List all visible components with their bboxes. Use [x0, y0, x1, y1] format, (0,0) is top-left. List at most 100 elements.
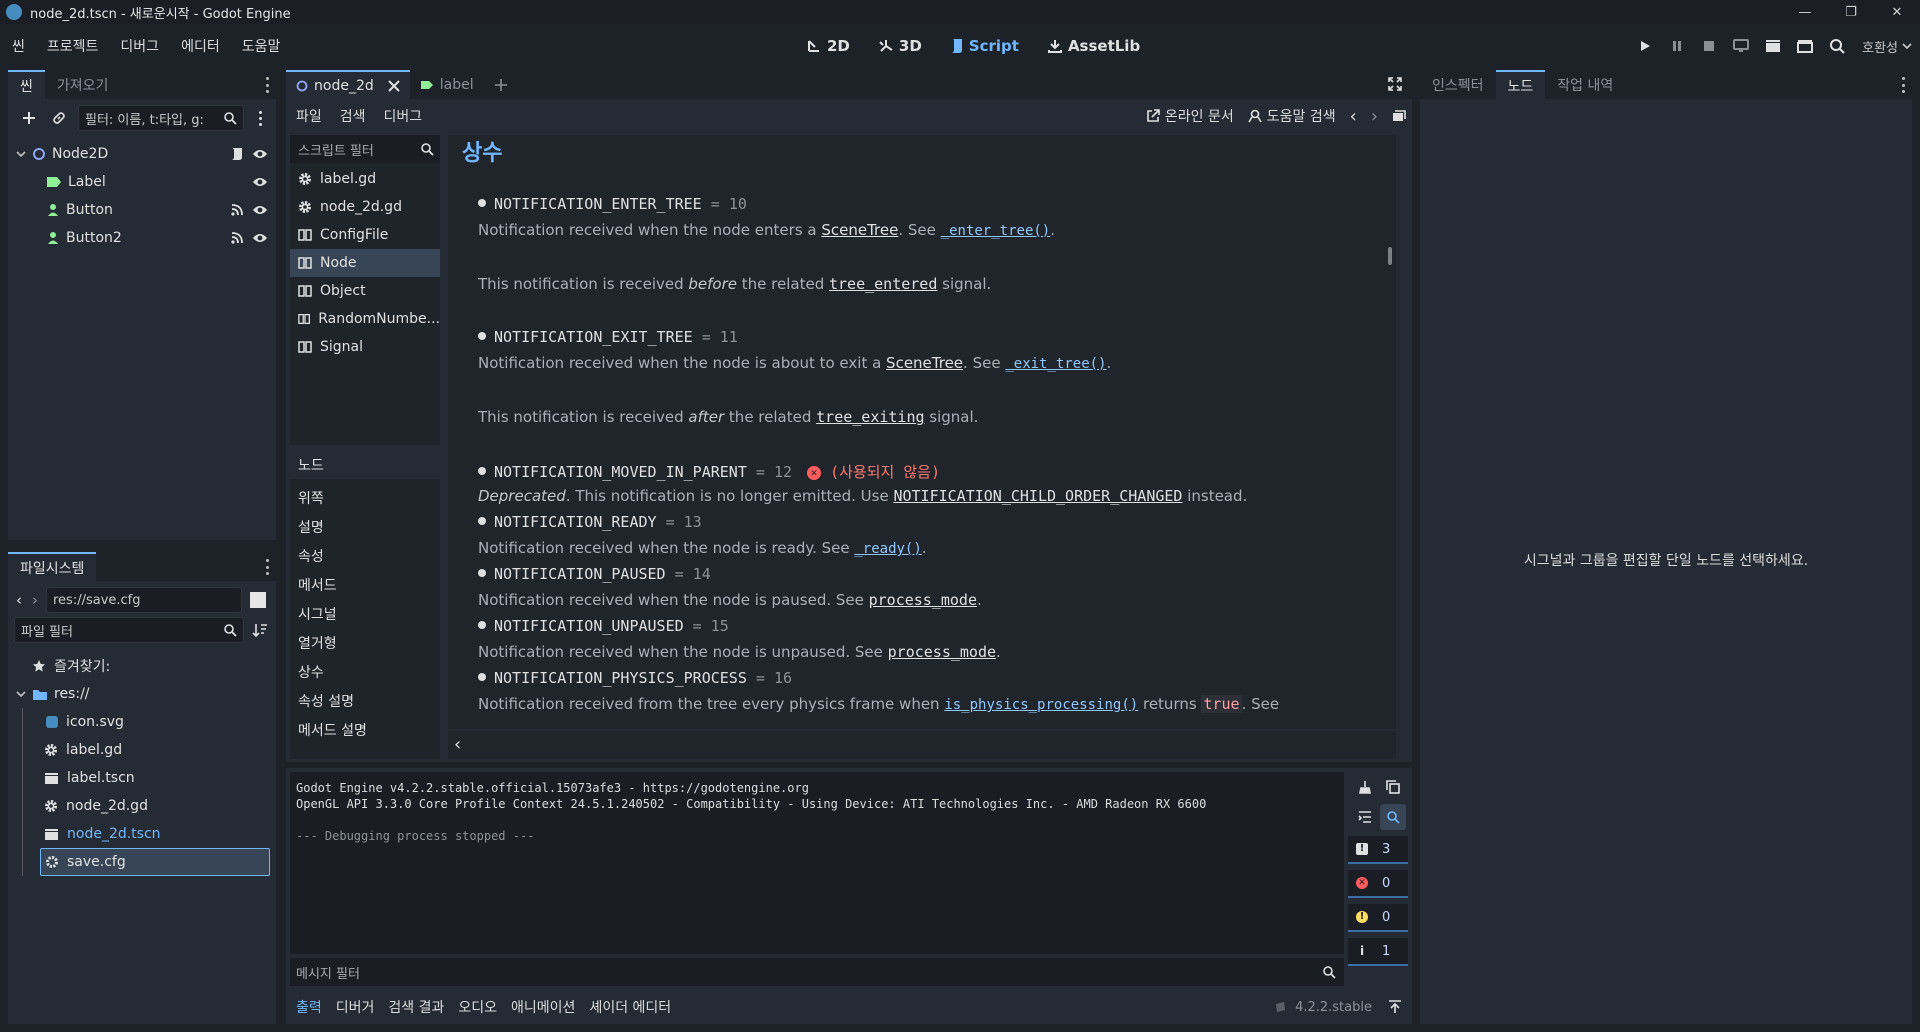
member-method-descriptions[interactable]: 메서드 설명: [290, 715, 440, 744]
filesystem-path-input[interactable]: res://save.cfg: [46, 587, 242, 613]
menu-debug[interactable]: 디버그: [116, 32, 163, 60]
collapse-arrow-icon[interactable]: [16, 689, 26, 699]
nav-forward-icon[interactable]: ›: [1371, 106, 1378, 127]
menu-scene[interactable]: 씬: [8, 32, 29, 60]
help-search-button[interactable]: 도움말 검색: [1248, 106, 1336, 126]
visibility-eye-icon[interactable]: [252, 176, 268, 188]
tab-import[interactable]: 가져오기: [45, 70, 121, 99]
clear-output-button[interactable]: [1352, 774, 1378, 800]
tree-node-button[interactable]: Button: [8, 196, 276, 224]
maximize-button[interactable]: ❐: [1828, 0, 1874, 24]
link-process-mode[interactable]: process_mode: [869, 591, 977, 609]
dock-menu-icon[interactable]: [1902, 77, 1906, 93]
script-item-node[interactable]: Node: [290, 249, 440, 277]
signal-connection-icon[interactable]: [230, 203, 244, 217]
file-label-gd[interactable]: label.gd: [8, 736, 276, 764]
scene-filter-input[interactable]: 필터: 이름, t:타입, g:: [78, 105, 244, 131]
link-scenetree[interactable]: SceneTree: [821, 221, 898, 239]
expand-panel-icon[interactable]: [1388, 1000, 1402, 1014]
script-item-randomnumber[interactable]: RandomNumbe...: [290, 305, 440, 333]
movie-maker-button[interactable]: [1824, 33, 1850, 59]
sort-icon[interactable]: [252, 622, 268, 638]
new-tab-button[interactable]: [484, 70, 518, 99]
link-tree-entered[interactable]: tree_entered: [829, 275, 937, 293]
file-node-2d-gd[interactable]: node_2d.gd: [8, 792, 276, 820]
workspace-script-button[interactable]: Script: [944, 33, 1025, 59]
member-enums[interactable]: 열거형: [290, 628, 440, 657]
tab-output[interactable]: 출력: [296, 997, 322, 1017]
link-is-physics-processing[interactable]: is_physics_processing(): [944, 697, 1138, 713]
close-window-button[interactable]: ✕: [1874, 0, 1920, 24]
play-button[interactable]: [1632, 33, 1658, 59]
tab-search-results[interactable]: 검색 결과: [388, 997, 444, 1017]
signal-connection-icon[interactable]: [230, 231, 244, 245]
toggle-scripts-panel-icon[interactable]: [1392, 110, 1406, 122]
distraction-free-button[interactable]: [1388, 77, 1402, 91]
favorites-row[interactable]: 즐겨찾기:: [8, 652, 276, 680]
info-filter-toggle[interactable]: i 1: [1348, 938, 1408, 966]
script-menu-debug[interactable]: 디버그: [384, 106, 423, 126]
warnings-filter-toggle[interactable]: ! 0: [1348, 904, 1408, 932]
back-arrow-icon[interactable]: ‹: [16, 591, 22, 609]
split-view-toggle-icon[interactable]: [250, 592, 266, 608]
script-item-node-2d-gd[interactable]: node_2d.gd: [290, 193, 440, 221]
tab-inspector[interactable]: 인스펙터: [1420, 70, 1496, 99]
member-properties[interactable]: 속성: [290, 541, 440, 570]
menu-help[interactable]: 도움말: [238, 32, 285, 60]
close-icon[interactable]: [388, 79, 400, 92]
menu-editor[interactable]: 에디터: [177, 32, 224, 60]
file-node-2d-tscn[interactable]: node_2d.tscn: [8, 820, 276, 848]
link-exit-tree[interactable]: _exit_tree(): [1005, 356, 1106, 372]
tree-node-node2d[interactable]: Node2D: [8, 140, 276, 168]
tab-label[interactable]: label: [410, 70, 484, 99]
file-label-tscn[interactable]: label.tscn: [8, 764, 276, 792]
tab-node-2d[interactable]: node_2d: [286, 70, 410, 99]
member-constants[interactable]: 상수: [290, 657, 440, 686]
tab-scene[interactable]: 씬: [8, 70, 45, 99]
instance-scene-button[interactable]: [46, 105, 72, 131]
script-item-object[interactable]: Object: [290, 277, 440, 305]
member-property-descriptions[interactable]: 속성 설명: [290, 686, 440, 715]
script-item-signal[interactable]: Signal: [290, 333, 440, 361]
tree-node-button2[interactable]: Button2: [8, 224, 276, 252]
toggle-search-button[interactable]: [1380, 804, 1406, 830]
doc-scrollbar[interactable]: [1388, 247, 1392, 265]
visibility-eye-icon[interactable]: [252, 204, 268, 216]
link-child-order-changed[interactable]: NOTIFICATION_CHILD_ORDER_CHANGED: [893, 487, 1182, 505]
play-custom-scene-button[interactable]: [1792, 33, 1818, 59]
script-menu-file[interactable]: 파일: [296, 106, 322, 126]
copy-output-button[interactable]: [1380, 774, 1406, 800]
tab-filesystem[interactable]: 파일시스템: [8, 552, 97, 581]
collapse-arrow-icon[interactable]: [16, 149, 26, 159]
member-methods[interactable]: 메서드: [290, 570, 440, 599]
online-docs-button[interactable]: 온라인 문서: [1146, 106, 1234, 126]
play-scene-button[interactable]: [1760, 33, 1786, 59]
workspace-2d-button[interactable]: 2D: [800, 33, 856, 59]
tab-debugger[interactable]: 디버거: [336, 997, 375, 1017]
messages-filter-toggle[interactable]: ! 3: [1348, 836, 1408, 864]
dock-menu-icon[interactable]: [266, 559, 270, 575]
file-filter-input[interactable]: 파일 필터: [14, 617, 244, 643]
tab-history[interactable]: 작업 내역: [1545, 70, 1625, 99]
workspace-3d-button[interactable]: 3D: [872, 33, 928, 59]
message-filter-input[interactable]: 메시지 필터: [290, 958, 1344, 986]
link-tree-exiting[interactable]: tree_exiting: [816, 408, 924, 426]
visibility-eye-icon[interactable]: [252, 148, 268, 160]
folder-res[interactable]: res://: [8, 680, 276, 708]
stop-button[interactable]: [1696, 33, 1722, 59]
tab-node[interactable]: 노드: [1495, 70, 1546, 99]
link-scenetree[interactable]: SceneTree: [886, 354, 963, 372]
minimize-button[interactable]: —: [1782, 0, 1828, 24]
script-item-configfile[interactable]: ConfigFile: [290, 221, 440, 249]
script-item-label-gd[interactable]: label.gd: [290, 165, 440, 193]
dock-menu-icon[interactable]: [266, 77, 270, 93]
collapse-duplicates-button[interactable]: [1352, 804, 1378, 830]
link-process-mode[interactable]: process_mode: [888, 643, 996, 661]
scene-options-icon[interactable]: [250, 105, 270, 131]
link-enter-tree[interactable]: _enter_tree(): [941, 223, 1051, 239]
output-log[interactable]: Godot Engine v4.2.2.stable.official.1507…: [290, 772, 1344, 954]
visibility-eye-icon[interactable]: [252, 232, 268, 244]
nav-back-icon[interactable]: ‹: [1350, 106, 1357, 127]
remote-debug-button[interactable]: [1728, 33, 1754, 59]
script-filter-input[interactable]: 스크립트 필터: [290, 135, 440, 163]
